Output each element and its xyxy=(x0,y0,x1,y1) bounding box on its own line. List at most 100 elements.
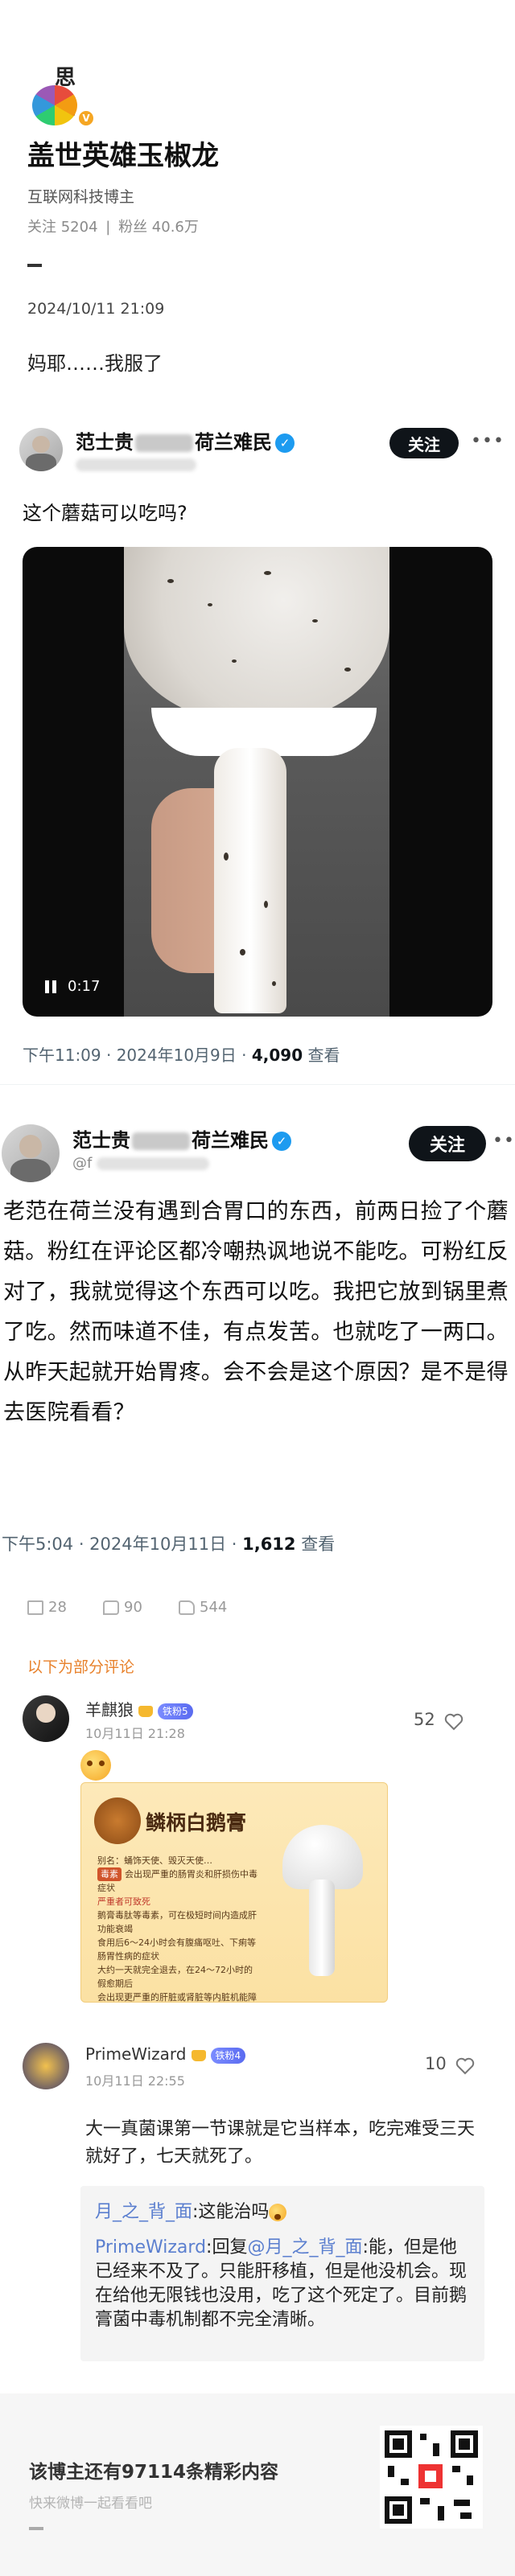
crown-icon xyxy=(138,1705,153,1717)
reply-user-link[interactable]: PrimeWizard xyxy=(95,2237,206,2258)
tweet2-more-icon[interactable]: ••• xyxy=(492,1131,515,1151)
comment1-username: 羊麒狼 xyxy=(85,1700,134,1719)
like-count: 544 xyxy=(200,1599,228,1616)
comment2-username: PrimeWizard xyxy=(85,2044,187,2064)
reply-2[interactable]: PrimeWizard:回复@月_之_背_面:能，但是他已经来不及了。只能肝移植… xyxy=(95,2236,473,2332)
followers-count[interactable]: 粉丝 40.6万 xyxy=(118,219,199,236)
verified-check-icon: ✓ xyxy=(275,433,295,453)
repost-icon xyxy=(27,1600,43,1615)
heart-icon[interactable] xyxy=(455,2057,475,2075)
tweet1-name-left: 范士贵 xyxy=(76,431,134,454)
tweet2-author-name[interactable]: 范士贵 荷兰难民 ✓ xyxy=(72,1124,291,1152)
footer-banner[interactable]: 该博主还有97114条精彩内容 快来微博一起看看吧 xyxy=(0,2393,515,2576)
tweet2-meta: 下午5:04 · 2024年10月11日 · 1,612 查看 xyxy=(2,1531,335,1555)
fan-level-badge: 铁粉4 xyxy=(210,2047,246,2064)
comment2-avatar[interactable] xyxy=(23,2043,69,2089)
card-body: 别名：蛹饰天使、毁灭天使… 毒素 会出现严重的肠胃炎和肝损伤中毒症状 严重者可致死… xyxy=(97,1854,258,2003)
comment1-user[interactable]: 羊麒狼 铁粉5 xyxy=(85,1697,193,1720)
video-time: 0:17 xyxy=(68,978,101,995)
mushroom-stem xyxy=(214,748,286,1013)
crown-icon xyxy=(191,2049,206,2061)
tweet1-follow-button[interactable]: 关注 xyxy=(389,428,459,458)
tweet2-name-left: 范士贵 xyxy=(72,1129,130,1152)
card-mushroom-stem xyxy=(309,1880,335,1976)
comment1-time: 10月11日 21:28 xyxy=(85,1726,185,1741)
tweet2-follow-button[interactable]: 关注 xyxy=(409,1126,486,1161)
tweet2-handle: @f xyxy=(72,1155,210,1172)
tweet1-avatar[interactable] xyxy=(19,428,63,471)
card-line: 鹅膏毒肽等毒素，可在极短时间内造成肝功能衰竭 xyxy=(97,1910,257,1934)
tweet2-views: 1,612 xyxy=(242,1535,296,1554)
divider-bar xyxy=(27,264,42,267)
comment-icon xyxy=(103,1600,119,1615)
heart-icon[interactable] xyxy=(444,1713,464,1731)
card-line: 大约一天就完全退去，在24～72小时的假愈期后 xyxy=(97,1965,253,1989)
card-title: 鳞柄白鹅膏 xyxy=(146,1811,247,1834)
following-count[interactable]: 关注 5204 xyxy=(27,219,98,236)
post-text: 妈耶……我服了 xyxy=(27,352,163,375)
footer-title: 该博主还有97114条精彩内容 xyxy=(29,2462,279,2483)
repost-count: 28 xyxy=(48,1599,67,1616)
blogger-name[interactable]: 盖世英雄玉椒龙 xyxy=(27,134,219,173)
verified-badge-icon: V xyxy=(77,109,95,127)
reply-user-link[interactable]: 月_之_背_面 xyxy=(95,2202,192,2222)
fan-level-badge: 铁粉5 xyxy=(158,1703,193,1719)
qr-code-icon[interactable] xyxy=(380,2426,483,2529)
comment1-avatar[interactable] xyxy=(23,1695,69,1742)
tweet1-views-label: 查看 xyxy=(303,1046,340,1065)
repost-action[interactable]: 28 xyxy=(27,1599,67,1616)
reply-prefix: :回复 xyxy=(206,2237,248,2258)
owl-mascot-icon xyxy=(94,1797,141,1844)
tweet2-meta-time: 下午5:04 · 2024年10月11日 · xyxy=(2,1535,243,1554)
comment2-time: 10月11日 22:55 xyxy=(85,2073,185,2089)
reply-box[interactable]: 月_之_背_面:这能治吗 PrimeWizard:回复@月_之_背_面:能，但是… xyxy=(80,2186,484,2361)
comment2-like[interactable]: 10 xyxy=(425,2054,475,2075)
tweet2-text: 老范在荷兰没有遇到合胃口的东西，前两日捡了个蘑菇。粉红在评论区都冷嘲热讽地说不能… xyxy=(3,1199,509,1425)
tweet1-text: 这个蘑菇可以吃吗? xyxy=(23,502,187,524)
tweet-divider xyxy=(0,1084,515,1085)
card-line: 别名：蛹饰天使、毁灭天使… xyxy=(97,1855,212,1866)
mushroom-info-card[interactable]: 鳞柄白鹅膏 别名：蛹饰天使、毁灭天使… 毒素 会出现严重的肠胃炎和肝损伤中毒症状 … xyxy=(80,1782,388,2003)
card-tag: 毒素 xyxy=(97,1867,122,1881)
stats-separator: | xyxy=(105,219,111,236)
tweet1-views: 4,090 xyxy=(251,1046,303,1065)
post-timestamp: 2024/10/11 21:09 xyxy=(27,300,165,318)
footer-subtitle: 快来微博一起看看吧 xyxy=(29,2496,152,2512)
comment2-user[interactable]: PrimeWizard 铁粉4 xyxy=(85,2044,246,2064)
name-redaction xyxy=(132,1132,190,1150)
pause-icon[interactable] xyxy=(45,980,49,993)
name-redaction xyxy=(135,434,193,452)
blogger-avatar[interactable]: 思 任 V xyxy=(26,58,100,132)
tweet1-handle-redacted xyxy=(76,458,196,471)
tweet1-name-right: 荷兰难民 xyxy=(195,431,272,454)
reply-1[interactable]: 月_之_背_面:这能治吗 xyxy=(95,2200,473,2225)
tweet1-meta-time: 下午11:09 · 2024年10月9日 · xyxy=(23,1046,252,1065)
comment1-like-count: 52 xyxy=(414,1710,435,1729)
tweet1-author-name[interactable]: 范士贵 荷兰难民 ✓ xyxy=(76,426,295,454)
footer-divider xyxy=(29,2527,43,2530)
like-action[interactable]: 544 xyxy=(179,1599,227,1616)
emoji-icon xyxy=(80,1750,111,1781)
video-controls[interactable]: 0:17 xyxy=(45,978,100,995)
card-line: 食用后6～24小时会有腹痛呕吐、下痢等肠胃性病的症状 xyxy=(97,1937,256,1962)
tweet2-views-label: 查看 xyxy=(295,1535,336,1554)
verified-check-icon: ✓ xyxy=(272,1132,291,1151)
card-line: 会出现更严重的肝脏或肾脏等内脏机能障碍以至衰竭的症状 xyxy=(97,1992,257,2003)
avatar-swirl-icon xyxy=(32,85,77,125)
comment2-text: 大一真菌课第一节课就是它当样本，吃完难受三天就好了，七天就死了。 xyxy=(85,2119,476,2167)
comments-section-label: 以下为部分评论 xyxy=(27,1658,135,1676)
tweet1-meta: 下午11:09 · 2024年10月9日 · 4,090 查看 xyxy=(23,1042,340,1066)
blogger-stats: 关注 5204 | 粉丝 40.6万 xyxy=(27,216,199,236)
card-line: 严重者可致死 xyxy=(97,1896,150,1907)
reply-mention-link[interactable]: @月_之_背_面 xyxy=(247,2237,362,2258)
thumbs-up-icon xyxy=(179,1600,195,1615)
comment2-like-count: 10 xyxy=(425,2054,447,2073)
comment1-like[interactable]: 52 xyxy=(414,1710,464,1731)
tweet2-avatar[interactable] xyxy=(2,1124,60,1182)
comment-action[interactable]: 90 xyxy=(103,1599,142,1616)
blogger-description: 互联网科技博主 xyxy=(27,188,135,206)
tweet2-name-right: 荷兰难民 xyxy=(192,1129,269,1152)
tweet1-more-icon[interactable]: ••• xyxy=(471,431,505,451)
tweet1-video[interactable] xyxy=(23,547,492,1017)
reply-text: :这能治吗 xyxy=(192,2202,270,2222)
